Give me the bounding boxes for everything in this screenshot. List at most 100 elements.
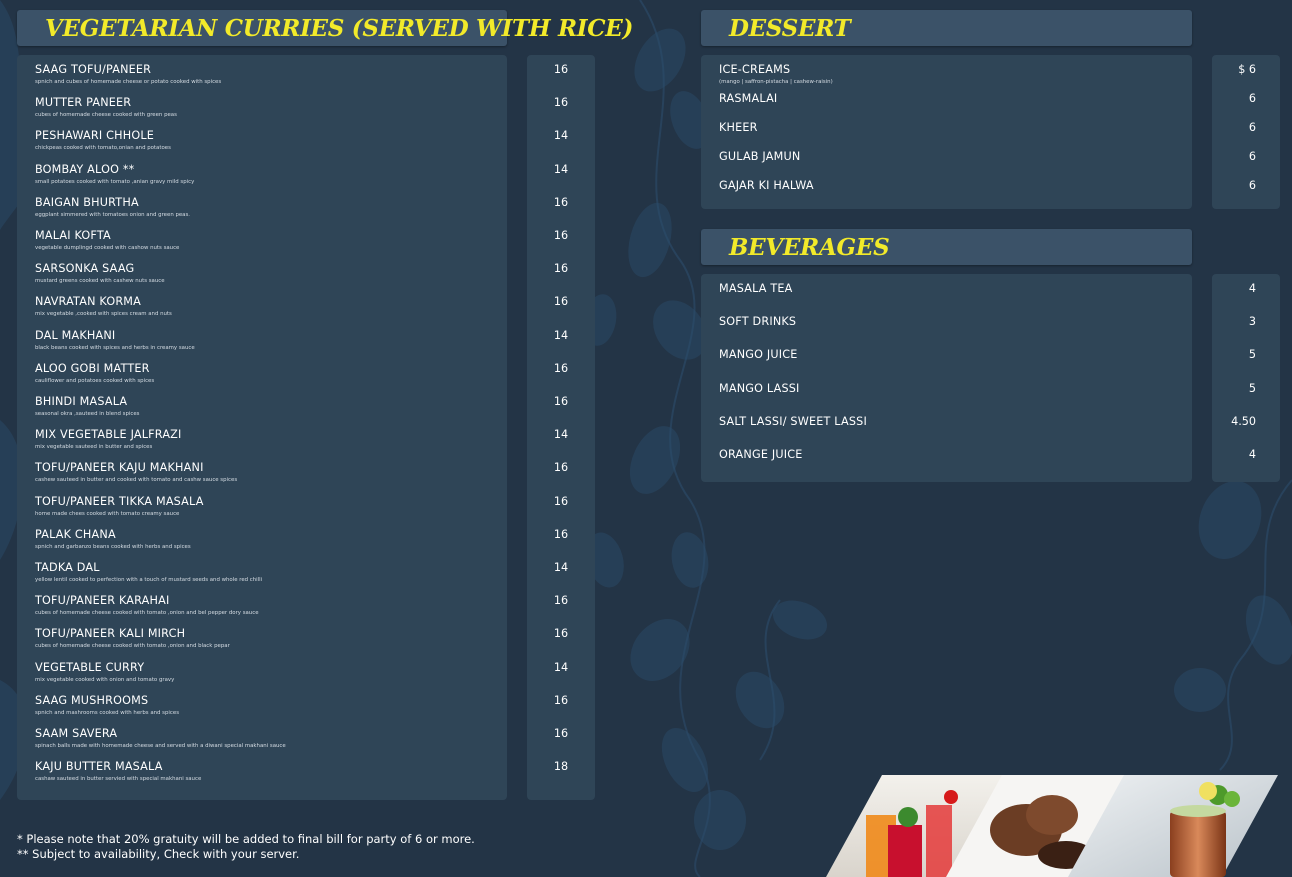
curries-item-description: small potatoes cooked with tomato ,anian…	[35, 178, 195, 185]
curries-price-column: 16 16 14 14 16 16 16 16 14 16 16 14 16 16 16 14 16 16 14 16…	[527, 55, 595, 800]
curries-item-name: TOFU/PANEER TIKKA MASALA	[35, 494, 204, 508]
dessert-panel: ICE-CREAMS (mango | saffron-pistacha | ca…	[701, 55, 1192, 209]
curries-item-description: cashaw sauteed in butter servied with sp…	[35, 776, 202, 783]
curries-item-name: MIX VEGETABLE JALFRAZI	[35, 428, 182, 442]
curries-item-description: mix vegetable ,cooked with spices cream …	[35, 311, 172, 318]
dessert-item-price: 6	[1248, 92, 1256, 105]
curries-item-name: TOFU/PANEER KAJU MAKHANI	[35, 461, 204, 475]
dessert-price-column: $ 6 6 6 6 6	[1212, 55, 1280, 209]
dessert-item-name: ICE-CREAMS	[719, 63, 791, 76]
beverages-item-price: 4	[1248, 448, 1256, 461]
curries-item-name: SAAM SAVERA	[35, 727, 118, 740]
curries-item-name: TOFU/PANEER KALI MIRCH	[35, 627, 186, 641]
beverages-item-name: MANGO LASSI	[719, 381, 800, 395]
curries-item-price: 16	[553, 727, 569, 740]
beverages-price-column: 4 3 5 5 4.50 4	[1212, 274, 1280, 482]
curries-item-description: eggplant simmered with tomatoes onion an…	[35, 211, 191, 218]
curries-item-description: chickpeas cooked with tomato,onian and p…	[35, 145, 171, 152]
curries-item-description: seasonal okra ,sauteed in blend spices	[35, 411, 140, 417]
beverages-item-name: SOFT DRINKS	[719, 315, 797, 329]
curries-item-name: TOFU/PANEER KARAHAI	[35, 594, 170, 608]
curries-item-price: 16	[553, 627, 569, 641]
curries-item-description: spnich and garbanzo beans cooked with he…	[35, 543, 191, 550]
curries-item-price: 14	[553, 328, 569, 342]
curries-item-name: SAAG TOFU/PANEER	[35, 63, 152, 76]
beverages-item-price: 5	[1248, 381, 1256, 395]
curries-item-description: home made chees cooked with tomato cream…	[35, 510, 180, 517]
curries-item-price: 14	[553, 428, 569, 442]
curries-item-description: yellow lentil cooked to perfection with …	[35, 577, 263, 583]
curries-item-price: 16	[553, 693, 569, 707]
curries-item-price: 16	[553, 527, 569, 541]
curries-item-price: 16	[553, 96, 569, 110]
curries-item-name: BHINDI MASALA	[35, 395, 128, 408]
curries-item-name: NAVRATAN KORMA	[35, 295, 142, 309]
beverages-item-price: 5	[1248, 348, 1256, 362]
dessert-item-price: 6	[1248, 150, 1256, 163]
curries-item-price: 14	[553, 129, 569, 143]
curries-item-name: SAAG MUSHROOMS	[35, 693, 149, 707]
curries-item-name: PESHAWARI CHHOLE	[35, 129, 155, 143]
curries-item-description: cubes of homemade cheese cooked with tom…	[35, 610, 259, 617]
beverages-header: BEVERAGES	[701, 229, 1192, 265]
curries-title: VEGETARIAN CURRIES (SERVED WITH RICE)	[45, 14, 634, 42]
curries-item-name: PALAK CHANA	[35, 527, 116, 541]
curries-item-description: vegetable dumplingd cooked with cashow n…	[35, 245, 180, 251]
curries-item-name: VEGETABLE CURRY	[35, 660, 145, 674]
curries-item-description: mix vegetable sauteed in butter and spic…	[35, 444, 153, 451]
curries-item-description: cubes of homemade cheese cooked with gre…	[35, 112, 177, 119]
curries-item-name: MUTTER PANEER	[35, 96, 132, 110]
dessert-item-name: GULAB JAMUN	[719, 150, 801, 163]
beverages-title: BEVERAGES	[729, 233, 890, 261]
curries-item-price: 14	[553, 660, 569, 674]
beverages-item-price: 3	[1248, 315, 1256, 329]
beverages-item-price: 4.50	[1231, 414, 1256, 428]
curries-item-price: 18	[553, 760, 569, 774]
curries-item-price: 16	[553, 229, 569, 242]
dessert-item-name: GAJAR KI HALWA	[719, 179, 814, 192]
curries-item-description: cauliflower and potatoes cooked with spi…	[35, 377, 155, 384]
curries-item-description: spinach balls made with homemade cheese …	[35, 743, 286, 749]
curries-item-price: 16	[553, 395, 569, 408]
curries-item-name: SARSONKA SAAG	[35, 262, 135, 276]
beverages-item-name: SALT LASSI/ SWEET LASSI	[719, 414, 867, 428]
dessert-item-price: $ 6	[1238, 63, 1256, 76]
curries-item-name: KAJU BUTTER MASALA	[35, 760, 163, 774]
curries-item-name: MALAI KOFTA	[35, 229, 111, 242]
curries-item-price: 16	[553, 195, 569, 209]
gratuity-note: * Please note that 20% gratuity will be …	[17, 832, 475, 846]
availability-note: ** Subject to availability, Check with y…	[17, 847, 300, 861]
curries-item-name: BAIGAN BHURTHA	[35, 195, 139, 209]
curries-item-description: cashew sauteed in butter and cooked with…	[35, 477, 238, 484]
curries-item-price: 14	[553, 162, 569, 176]
curries-item-price: 14	[553, 561, 569, 574]
curries-item-description: mix vegetable cooked with onion and toma…	[35, 676, 175, 683]
curries-item-name: BOMBAY ALOO **	[35, 162, 135, 176]
dessert-item-price: 6	[1248, 179, 1256, 192]
beverages-item-price: 4	[1248, 282, 1256, 295]
curries-item-name: ALOO GOBI MATTER	[35, 361, 150, 375]
beverages-item-name: MANGO JUICE	[719, 348, 798, 362]
curries-panel: SAAG TOFU/PANEER spnich and cubes of home…	[17, 55, 507, 800]
dessert-item-price: 6	[1248, 121, 1256, 134]
curries-item-name: TADKA DAL	[35, 561, 100, 574]
curries-item-description: cubes of homemade cheese cooked with tom…	[35, 643, 230, 650]
curries-item-price: 16	[553, 594, 569, 608]
beverages-panel: MASALA TEA SOFT DRINKS MANGO JUICE MANGO LA…	[701, 274, 1192, 482]
curries-item-name: DAL MAKHANI	[35, 328, 116, 342]
curries-item-price: 16	[553, 494, 569, 508]
curries-item-description: mustard greens cooked with cashew nuts s…	[35, 278, 165, 285]
beverages-item-name: MASALA TEA	[719, 282, 793, 295]
dessert-item-name: RASMALAI	[719, 92, 778, 105]
curries-item-price: 16	[553, 295, 569, 309]
curries-item-price: 16	[553, 361, 569, 375]
dessert-item-description: (mango | saffron-pistacha | cashew-raisi…	[719, 79, 833, 85]
dessert-header: DESSERT	[701, 10, 1192, 46]
curries-item-description: black beans cooked with spices and herbs…	[35, 344, 195, 351]
curries-item-price: 16	[553, 461, 569, 475]
food-photo-collage	[826, 775, 1278, 877]
dessert-title: DESSERT	[729, 14, 851, 42]
beverages-item-name: ORANGE JUICE	[719, 448, 803, 461]
curries-item-price: 16	[553, 262, 569, 276]
curries-header: VEGETARIAN CURRIES (SERVED WITH RICE)	[17, 10, 633, 46]
